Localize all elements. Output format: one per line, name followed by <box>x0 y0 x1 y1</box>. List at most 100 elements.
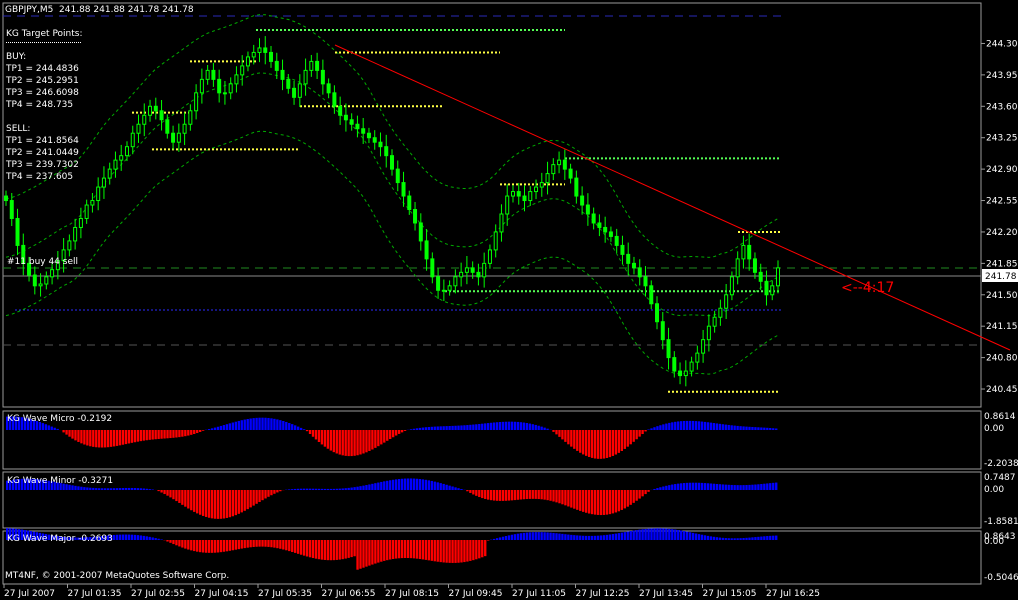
histogram-bar <box>712 423 716 430</box>
histogram-bar <box>65 430 68 435</box>
histogram-bar <box>374 483 377 490</box>
histogram-bar <box>492 538 496 540</box>
histogram-bar <box>308 430 312 434</box>
histogram-bar <box>127 487 131 490</box>
histogram-bar <box>317 488 321 490</box>
candle-body <box>516 191 521 197</box>
histogram-bar <box>279 540 282 549</box>
histogram-bar <box>112 430 116 447</box>
histogram-bar <box>564 534 567 540</box>
histogram-bar <box>320 488 324 490</box>
candle-body <box>597 222 602 228</box>
histogram-bar <box>243 490 246 511</box>
histogram-bar <box>279 420 282 430</box>
major-tick-bottom: -0.5046 <box>984 573 1018 583</box>
candle-body <box>493 231 498 251</box>
histogram-bar <box>80 486 83 490</box>
candle-body <box>608 231 613 237</box>
histogram-bar <box>537 490 540 500</box>
histogram-bar <box>44 424 47 430</box>
histogram-bar <box>264 417 267 430</box>
candle-body <box>263 47 268 53</box>
histogram-bar <box>222 540 226 552</box>
histogram-bar <box>130 430 134 443</box>
histogram-bar <box>478 490 481 498</box>
histogram-bar <box>204 490 208 517</box>
candle-body <box>464 267 469 273</box>
histogram-bar <box>582 430 585 455</box>
histogram-bar <box>703 421 707 430</box>
histogram-bar <box>546 490 549 501</box>
histogram-bar <box>694 482 698 490</box>
histogram-bar <box>225 490 229 518</box>
histogram-bar <box>338 488 341 490</box>
histogram-bar <box>466 425 469 430</box>
histogram-bar <box>605 534 609 540</box>
minor-histogram <box>6 478 778 519</box>
histogram-bar <box>329 430 333 451</box>
histogram-bar <box>680 530 683 540</box>
histogram-bar <box>677 421 680 430</box>
histogram-bar <box>288 489 291 490</box>
histogram-bar <box>347 430 350 457</box>
histogram-bar <box>662 486 665 490</box>
histogram-bar <box>475 490 478 496</box>
histogram-bar <box>587 535 591 540</box>
histogram-bar <box>139 488 142 490</box>
histogram-bar <box>492 422 496 430</box>
symbol-header: GBPJPY,M5 241.88 241.88 241.78 241.78 <box>5 4 194 16</box>
micro-tick-top: 0.8614 <box>984 412 1016 422</box>
minor-tick-bottom: -1.8581 <box>984 517 1018 527</box>
histogram-bar <box>365 485 368 490</box>
histogram-bar <box>308 488 312 490</box>
histogram-bar <box>617 490 621 512</box>
histogram-bar <box>80 430 83 444</box>
histogram-bar <box>742 538 745 540</box>
histogram-bar <box>513 421 517 430</box>
histogram-bar <box>641 529 644 540</box>
histogram-bar <box>231 422 235 430</box>
histogram-bar <box>531 532 534 540</box>
histogram-bar <box>178 430 181 438</box>
histogram-bar <box>549 490 552 501</box>
histogram-bar <box>611 430 615 456</box>
histogram-bar <box>365 430 368 453</box>
candle-body <box>695 352 700 363</box>
histogram-bar <box>246 540 249 548</box>
histogram-bar <box>193 430 196 435</box>
histogram-bar <box>590 490 594 515</box>
histogram-bar <box>430 480 433 490</box>
histogram-bar <box>590 430 594 458</box>
trend-line[interactable] <box>334 44 1011 351</box>
histogram-bar <box>510 421 514 430</box>
order-label[interactable]: #11 buy 44 sell <box>7 256 78 268</box>
candle-body <box>539 182 544 188</box>
histogram-bar <box>451 540 454 563</box>
chart-canvas[interactable]: 244.30 243.95 243.60 243.25 242.90 242.55 242.… <box>0 0 1018 600</box>
histogram-bar <box>148 430 151 440</box>
histogram-bar <box>445 426 448 430</box>
histogram-bar <box>721 537 724 540</box>
candle-body <box>73 226 78 242</box>
histogram-bar <box>187 490 190 509</box>
histogram-bar <box>644 490 647 495</box>
histogram-bar <box>115 430 119 446</box>
histogram-bar <box>199 540 202 553</box>
histogram-bar <box>133 488 137 490</box>
histogram-bar <box>151 537 154 540</box>
candle-body <box>557 159 562 166</box>
histogram-bar <box>234 490 237 516</box>
histogram-bar <box>53 427 56 430</box>
time-tick-label: 27 Jul 09:45 <box>449 589 503 599</box>
histogram-bar <box>148 536 151 540</box>
histogram-bar <box>184 490 187 507</box>
histogram-bar <box>133 534 137 540</box>
histogram-bar <box>617 430 621 453</box>
histogram-bar <box>769 483 772 490</box>
minor-tick-top: 0.7487 <box>984 473 1016 483</box>
histogram-bar <box>356 540 359 570</box>
micro-tick-zero: 0.00 <box>984 424 1005 434</box>
histogram-bar <box>207 540 211 553</box>
candle-body <box>286 78 291 89</box>
histogram-bar <box>769 535 772 540</box>
